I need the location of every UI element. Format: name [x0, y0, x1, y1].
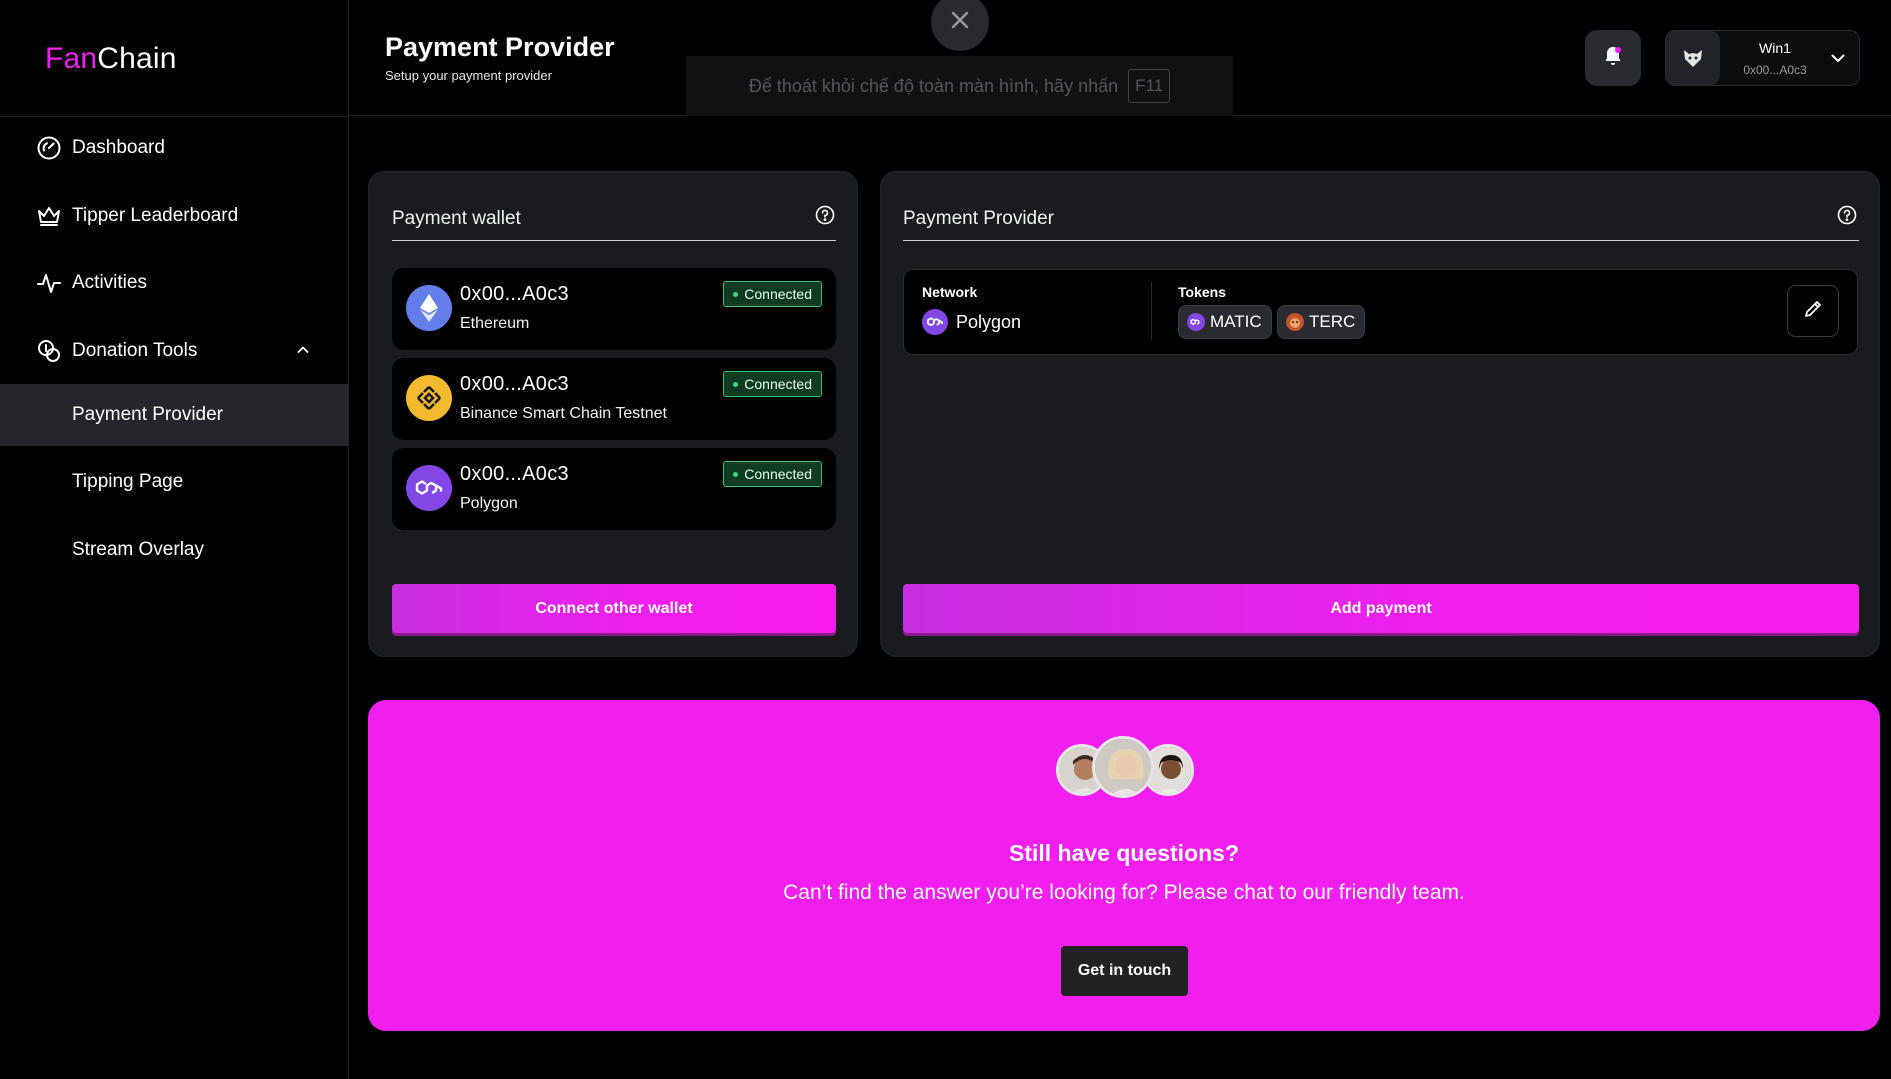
close-icon [949, 9, 971, 36]
sidebar-item-dashboard[interactable]: Dashboard [0, 117, 349, 179]
sidebar-item-label: Donation Tools [72, 340, 198, 361]
sidebar-item-label: Stream Overlay [72, 539, 204, 560]
team-avatars [1056, 736, 1196, 802]
wallet-network: Polygon [460, 495, 518, 512]
edit-provider-button[interactable] [1787, 285, 1839, 337]
wallet-item-ethereum[interactable]: 0x00...A0c3 Ethereum Connected [392, 268, 836, 350]
cta-text: Can’t find the answer you’re looking for… [783, 881, 1465, 904]
bnb-icon [406, 375, 452, 421]
sidebar-item-donation-tools[interactable]: Donation Tools [0, 320, 349, 382]
polygon-icon [922, 309, 948, 335]
fanchain-logo[interactable]: FanChain [45, 42, 177, 76]
chevron-up-icon[interactable] [295, 342, 311, 364]
network-label: Network [922, 284, 978, 300]
connect-other-wallet-button[interactable]: Connect other wallet [392, 584, 836, 633]
sidebar-item-label: Activities [72, 272, 147, 293]
notification-button[interactable] [1585, 30, 1641, 86]
status-label: Connected [744, 466, 812, 482]
tokens-label: Tokens [1178, 284, 1226, 300]
status-label: Connected [744, 286, 812, 302]
terc-icon [1286, 313, 1304, 331]
sidebar-item-label: Payment Provider [72, 404, 224, 425]
token-chip-matic: MATIC [1178, 305, 1272, 339]
sidebar-item-payment-provider[interactable]: Payment Provider [0, 384, 349, 446]
sidebar: FanChain Dashboard Tipper Leaderboard Ac… [0, 0, 349, 1079]
help-icon[interactable] [815, 205, 835, 230]
wallet-network: Binance Smart Chain Testnet [460, 405, 667, 422]
page-title: Payment Provider [385, 32, 615, 62]
payment-provider-card: Payment Provider Network Polygon Tokens … [880, 171, 1880, 657]
network-value: Polygon [922, 309, 1021, 335]
get-in-touch-button[interactable]: Get in touch [1061, 946, 1188, 996]
card-title: Payment wallet [392, 208, 521, 229]
status-badge: Connected [723, 461, 822, 487]
status-dot [733, 291, 739, 297]
logo-chain: Chain [97, 42, 177, 75]
sidebar-item-label: Tipping Page [72, 471, 184, 492]
sidebar-item-tipper-leaderboard[interactable]: Tipper Leaderboard [0, 185, 349, 247]
wallet-item-bsc-testnet[interactable]: 0x00...A0c3 Binance Smart Chain Testnet … [392, 358, 836, 440]
gauge-icon [36, 135, 62, 161]
ethereum-icon [406, 285, 452, 331]
wallet-address: 0x00...A0c3 [460, 463, 569, 485]
token-name: MATIC [1210, 312, 1262, 331]
chevron-down-icon[interactable] [1829, 49, 1847, 72]
status-dot [733, 471, 739, 477]
avatar [1666, 31, 1720, 85]
fullscreen-notice-text: Để thoát khỏi chế độ toàn màn hình, hãy … [748, 75, 1119, 96]
wallet-address: 0x00...A0c3 [460, 283, 569, 305]
sidebar-item-stream-overlay[interactable]: Stream Overlay [0, 519, 349, 581]
status-badge: Connected [723, 281, 822, 307]
divider [1151, 282, 1152, 340]
fullscreen-key: F11 [1128, 69, 1171, 103]
sidebar-item-label: Tipper Leaderboard [72, 205, 239, 226]
status-badge: Connected [723, 371, 822, 397]
token-chip-terc: TERC [1277, 305, 1366, 339]
payment-wallet-card: Payment wallet 0x00...A0c3 Ethereum Conn… [368, 171, 858, 657]
user-menu[interactable]: Win1 0x00...A0c3 [1665, 30, 1860, 86]
provider-row: Network Polygon Tokens MATIC TERC [903, 269, 1858, 355]
avatar [1092, 736, 1154, 798]
cta-title: Still have questions? [1008, 840, 1240, 866]
sidebar-item-label: Dashboard [72, 137, 165, 158]
activity-icon [36, 270, 62, 296]
wallet-network: Ethereum [460, 315, 530, 332]
wallet-item-polygon[interactable]: 0x00...A0c3 Polygon Connected [392, 448, 836, 530]
status-label: Connected [744, 376, 812, 392]
divider [392, 240, 836, 241]
card-title: Payment Provider [903, 208, 1055, 229]
user-address: 0x00...A0c3 [1743, 63, 1807, 77]
coins-icon [36, 338, 62, 364]
network-name: Polygon [956, 311, 1022, 332]
bell-icon [1601, 44, 1625, 73]
support-cta: Still have questions? Can’t find the ans… [368, 700, 1880, 1031]
help-icon[interactable] [1837, 205, 1857, 230]
pencil-icon [1802, 298, 1824, 325]
crown-icon [36, 203, 62, 229]
sidebar-item-activities[interactable]: Activities [0, 252, 349, 314]
logo-fan: Fan [45, 42, 98, 75]
add-payment-button[interactable]: Add payment [903, 584, 1859, 633]
status-dot [733, 381, 739, 387]
polygon-icon [406, 465, 452, 511]
token-name: TERC [1309, 312, 1356, 331]
wallet-address: 0x00...A0c3 [460, 373, 569, 395]
divider [903, 240, 1859, 241]
fullscreen-notice: Để thoát khỏi chế độ toàn màn hình, hãy … [686, 56, 1233, 116]
page-subtitle: Setup your payment provider [385, 68, 552, 83]
sidebar-item-tipping-page[interactable]: Tipping Page [0, 451, 349, 513]
user-name: Win1 [1759, 40, 1791, 56]
matic-icon [1187, 313, 1205, 331]
